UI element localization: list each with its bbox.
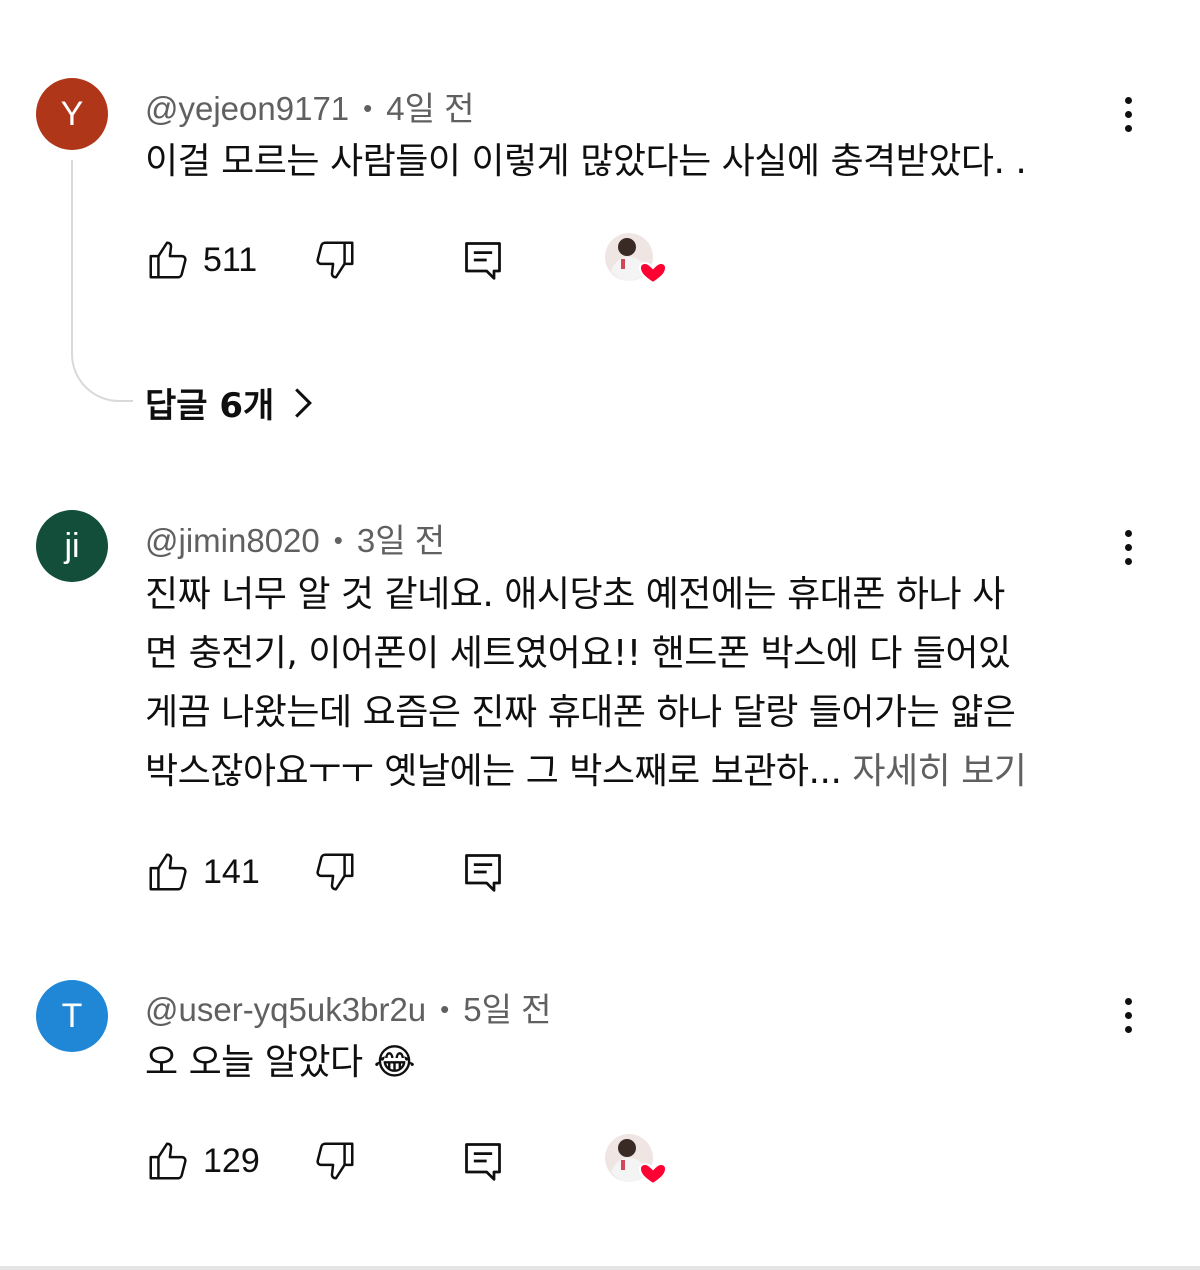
view-replies-button[interactable]: 답글 6개 [145,378,314,427]
separator: • [363,93,373,123]
reply-comment-icon[interactable] [461,237,505,283]
like-count: 511 [203,241,258,279]
author-name[interactable]: @user-yq5uk3br2u [145,991,426,1028]
action-row: 141 [145,849,545,899]
author-name[interactable]: @jimin8020 [145,522,320,559]
thumbs-down-icon[interactable] [312,849,358,895]
creator-heart-icon[interactable] [603,1132,669,1188]
comment-time[interactable]: 3일 전 [357,522,445,559]
action-row: 129 [145,1134,705,1188]
reply-comment-icon[interactable] [461,849,505,895]
more-vert-icon[interactable] [1110,528,1146,568]
reply-comment-icon[interactable] [461,1138,505,1184]
comment-text: 이걸 모르는 사람들이 이렇게 많았다는 사실에 충격받았다. . [145,141,1027,182]
avatar[interactable]: T [36,980,108,1052]
comment-meta: @user-yq5uk3br2u • 5일 전 [145,983,552,1031]
avatar[interactable]: Y [36,78,108,150]
separator: • [333,525,343,555]
like-count: 129 [203,1142,260,1180]
creator-heart-icon[interactable] [603,231,669,287]
separator: • [440,994,450,1024]
comment-meta: @jimin8020 • 3일 전 [145,514,445,562]
thumbs-up-icon[interactable] [145,849,191,895]
comment-time[interactable]: 4일 전 [386,90,474,127]
replies-label: 답글 6개 [145,386,275,426]
action-row: 511 [145,233,705,287]
comment-time[interactable]: 5일 전 [463,991,551,1028]
thread-connector [71,160,133,402]
read-more-link[interactable]: 자세히 보기 [852,751,1027,792]
thumbs-down-icon[interactable] [312,1138,358,1184]
comment-text: 오 오늘 알았다 😂 [145,1042,416,1083]
chevron-right-icon [295,387,313,418]
thumbs-down-icon[interactable] [312,237,358,283]
avatar[interactable]: ji [36,510,108,582]
more-vert-icon[interactable] [1110,996,1146,1036]
divider [0,1266,1200,1270]
more-vert-icon[interactable] [1110,95,1146,135]
author-name[interactable]: @yejeon9171 [145,90,349,127]
thumbs-up-icon[interactable] [145,1138,191,1184]
like-count: 141 [203,853,260,891]
comment-meta: @yejeon9171 • 4일 전 [145,82,475,130]
comment-text: 진짜 너무 알 것 같네요. 애시당초 예전에는 휴대폰 하나 사 면 충전기,… [145,565,1120,801]
thumbs-up-icon[interactable] [145,237,191,283]
